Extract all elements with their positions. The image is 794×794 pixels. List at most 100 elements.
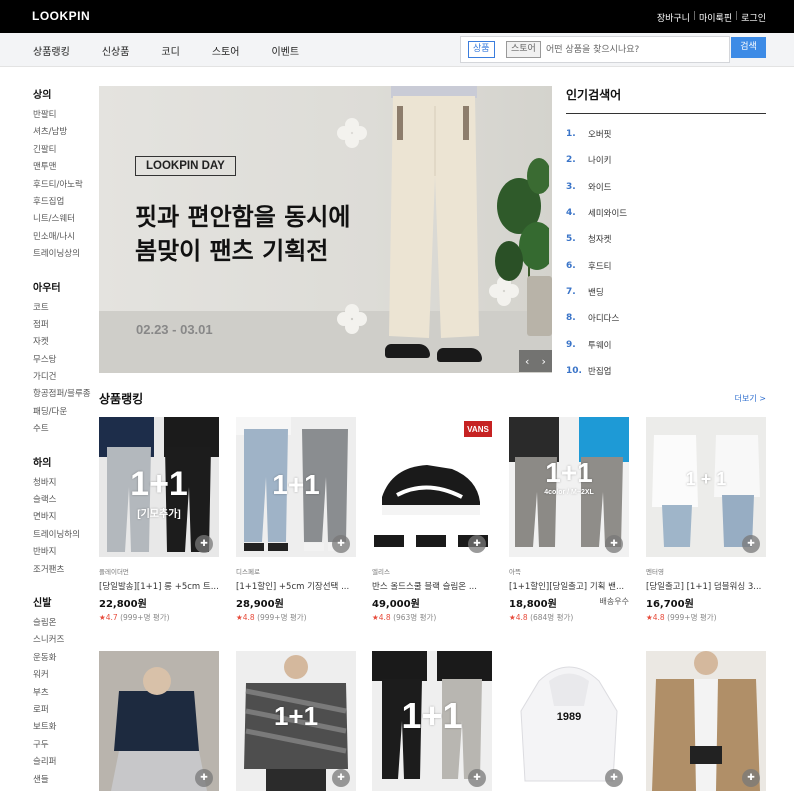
product-card[interactable]: 1+1 ✚ [372, 651, 492, 791]
product-image[interactable]: 1+1 ✚ [236, 651, 356, 791]
category-item[interactable]: 로퍼 [33, 703, 93, 720]
product-card[interactable]: 1989 ✚ [509, 651, 629, 791]
popular-search-item[interactable]: 3. 와이드 [566, 174, 766, 200]
product-image[interactable]: ✚ [646, 651, 766, 791]
category-item[interactable]: 점퍼 [33, 318, 93, 335]
popular-search-item[interactable]: 1. 오버핏 [566, 121, 766, 147]
bookmark-icon[interactable]: ✚ [195, 535, 213, 553]
product-card[interactable]: 1+1 ✚ [236, 651, 356, 791]
product-image[interactable]: 1+1 ✚ [372, 651, 492, 791]
search-term[interactable]: 반집업 [588, 365, 611, 377]
search-term[interactable]: 와이드 [588, 181, 611, 193]
category-item[interactable]: 후드집업 [33, 195, 93, 212]
product-image[interactable]: 1+1 [기모추가] ✚ [99, 417, 219, 557]
category-item[interactable]: 셔츠/남방 [33, 125, 93, 142]
popular-search-item[interactable]: 4. 세미와이드 [566, 200, 766, 226]
category-item[interactable]: 자켓 [33, 335, 93, 352]
product-card[interactable]: ✚ [646, 651, 766, 791]
bookmark-icon[interactable]: ✚ [468, 535, 486, 553]
login-link[interactable]: 로그인 [741, 11, 766, 24]
bookmark-icon[interactable]: ✚ [742, 769, 760, 787]
category-item[interactable]: 긴팔티 [33, 143, 93, 160]
prev-arrow-icon[interactable]: ‹ [525, 355, 529, 368]
category-item[interactable]: 민소매/나시 [33, 230, 93, 247]
bookmark-icon[interactable]: ✚ [195, 769, 213, 787]
search-scope-store[interactable]: 스토어 [506, 41, 541, 58]
popular-search-item[interactable]: 10. 반집업 [566, 358, 766, 384]
category-title-tops[interactable]: 상의 [33, 86, 93, 101]
search-input[interactable] [546, 42, 721, 58]
search-term[interactable]: 나이키 [588, 154, 611, 166]
bookmark-icon[interactable]: ✚ [332, 535, 350, 553]
popular-search-item[interactable]: 5. 청자켓 [566, 226, 766, 252]
category-item[interactable]: 패딩/다운 [33, 405, 93, 422]
category-item[interactable]: 트레이닝상의 [33, 247, 93, 264]
bookmark-icon[interactable]: ✚ [605, 769, 623, 787]
category-title-outer[interactable]: 아우터 [33, 279, 93, 294]
mypage-link[interactable]: 마이룩핀 [699, 11, 732, 24]
category-item[interactable]: 무스탕 [33, 353, 93, 370]
category-title-bottoms[interactable]: 하의 [33, 454, 93, 469]
product-name[interactable]: [당일출고] [1+1] 덤블워싱 3... [646, 580, 766, 592]
product-card[interactable]: 1 + 1 ✚ 멘터영 [당일출고] [1+1] 덤블워싱 3... 16,70… [646, 417, 766, 623]
bookmark-icon[interactable]: ✚ [742, 535, 760, 553]
nav-item-coordi[interactable]: 코디 [161, 43, 179, 58]
category-item[interactable]: 슬리퍼 [33, 755, 93, 772]
search-term[interactable]: 세미와이드 [588, 207, 627, 219]
product-image[interactable]: 1+1 4color / M~2XL ✚ [509, 417, 629, 557]
category-item[interactable]: 수트 [33, 422, 93, 439]
cart-link[interactable]: 장바구니 [657, 11, 690, 24]
popular-search-item[interactable]: 9. 투웨이 [566, 331, 766, 357]
search-term[interactable]: 밴딩 [588, 286, 604, 298]
category-item[interactable]: 코트 [33, 301, 93, 318]
promo-banner[interactable]: LOOKPIN DAY 핏과 편안함을 동시에 봄맞이 팬츠 기획전 02.23… [99, 86, 552, 373]
popular-search-item[interactable]: 2. 나이키 [566, 147, 766, 173]
popular-search-item[interactable]: 6. 후드티 [566, 252, 766, 278]
product-image[interactable]: 1+1 ✚ [236, 417, 356, 557]
ranking-more-link[interactable]: 더보기 > [735, 393, 766, 404]
product-name[interactable]: [1+1할인][당일출고] 기획 밴... [509, 580, 629, 592]
category-item[interactable]: 샌들 [33, 773, 93, 790]
popular-search-item[interactable]: 7. 밴딩 [566, 279, 766, 305]
search-term[interactable]: 아디다스 [588, 312, 619, 324]
category-item[interactable]: 면바지 [33, 510, 93, 527]
product-brand[interactable]: 아뜩 [509, 566, 629, 576]
category-item[interactable]: 트레이닝하의 [33, 528, 93, 545]
next-arrow-icon[interactable]: › [542, 355, 546, 368]
category-item[interactable]: 보트화 [33, 720, 93, 737]
category-item[interactable]: 슬림온 [33, 616, 93, 633]
category-item[interactable]: 워커 [33, 668, 93, 685]
search-button[interactable]: 검색 [731, 37, 766, 58]
product-card[interactable]: 1+1 4color / M~2XL ✚ 아뜩 [1+1할인][당일출고] 기획… [509, 417, 629, 623]
product-brand[interactable]: 멘터영 [646, 566, 766, 576]
search-scope-product[interactable]: 상품 [468, 41, 495, 58]
category-item[interactable]: 부츠 [33, 686, 93, 703]
category-item[interactable]: 청바지 [33, 476, 93, 493]
product-card[interactable]: 1+1 ✚ 디스페로 [1+1할인] +5cm 기장선택 ... 28,900원… [236, 417, 356, 623]
nav-item-new[interactable]: 신상품 [102, 43, 130, 58]
category-item[interactable]: 니트/스웨터 [33, 212, 93, 229]
product-image[interactable]: 1 + 1 ✚ [646, 417, 766, 557]
product-name[interactable]: 반스 올드스쿨 블랙 슬림온 ... [372, 580, 492, 592]
category-item[interactable]: 반팔티 [33, 108, 93, 125]
search-term[interactable]: 후드티 [588, 260, 611, 272]
bookmark-icon[interactable]: ✚ [605, 535, 623, 553]
nav-item-store[interactable]: 스토어 [212, 43, 240, 58]
product-card[interactable]: ✚ [99, 651, 219, 791]
product-brand[interactable]: 엘리스 [372, 566, 492, 576]
nav-item-ranking[interactable]: 상품랭킹 [33, 43, 70, 58]
category-item[interactable]: 스니커즈 [33, 633, 93, 650]
category-item[interactable]: 항공점퍼/블루종 [33, 387, 93, 404]
product-brand[interactable]: 디스페로 [236, 566, 356, 576]
nav-item-event[interactable]: 이벤트 [271, 43, 299, 58]
category-title-shoes[interactable]: 신발 [33, 594, 93, 609]
product-card[interactable]: VANS ✚ 엘리스 반스 올드스쿨 블랙 슬림온 ... 49,000원 ★4… [372, 417, 492, 623]
product-card[interactable]: 1+1 [기모추가] ✚ 플레이더먼 [당일발송][1+1] 롱 +5cm 트.… [99, 417, 219, 623]
popular-search-item[interactable]: 8. 아디다스 [566, 305, 766, 331]
bookmark-icon[interactable]: ✚ [332, 769, 350, 787]
category-item[interactable]: 슬랙스 [33, 493, 93, 510]
category-item[interactable]: 반바지 [33, 545, 93, 562]
product-image[interactable]: VANS ✚ [372, 417, 492, 557]
product-brand[interactable]: 플레이더먼 [99, 566, 219, 576]
category-item[interactable]: 구두 [33, 738, 93, 755]
